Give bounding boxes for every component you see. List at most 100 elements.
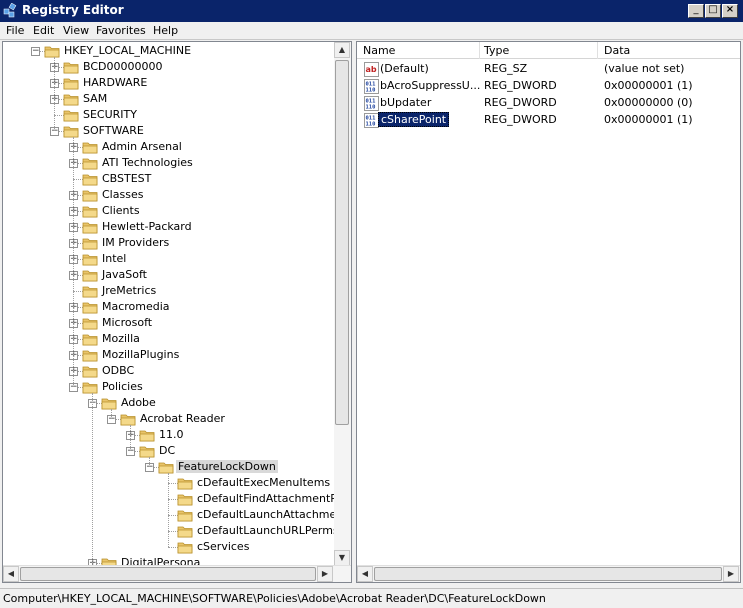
tree-node-label[interactable]: cDefaultLaunchURLPerms <box>195 524 341 537</box>
tree-node[interactable]: JreMetrics <box>3 283 335 299</box>
tree-node-label[interactable]: Adobe <box>119 396 158 409</box>
value-name[interactable]: bAcroSuppressU... <box>378 79 482 92</box>
list-horizontal-scrollbar[interactable]: ◀ ▶ <box>357 565 740 582</box>
menu-help[interactable]: Help <box>153 24 178 37</box>
tree-node-label[interactable]: cDefaultExecMenuItems <box>195 476 332 489</box>
tree-node[interactable]: + Macromedia <box>3 299 335 315</box>
column-header-data[interactable]: Data <box>604 44 630 57</box>
tree-node-label[interactable]: cDefaultLaunchAttachmentPe <box>195 508 351 521</box>
collapse-icon[interactable]: − <box>31 47 40 56</box>
column-header-name[interactable]: Name <box>363 44 395 57</box>
column-divider[interactable] <box>479 42 480 59</box>
tree-node[interactable]: cDefaultLaunchURLPerms <box>3 523 339 539</box>
tree-node-label[interactable]: Intel <box>100 252 128 265</box>
minimize-button[interactable]: _ <box>688 4 704 18</box>
tree-node[interactable]: + Admin Arsenal <box>3 139 335 155</box>
tree-node-label[interactable]: JavaSoft <box>100 268 149 281</box>
tree-node[interactable]: + JavaSoft <box>3 267 335 283</box>
tree-node-label[interactable]: IM Providers <box>100 236 171 249</box>
tree-node-label[interactable]: SAM <box>81 92 109 105</box>
value-name[interactable]: bUpdater <box>378 96 433 109</box>
tree-node-label[interactable]: SOFTWARE <box>81 124 146 137</box>
tree-node[interactable]: + MozillaPlugins <box>3 347 335 363</box>
tree-node[interactable]: − DC <box>3 443 335 459</box>
tree-node-label[interactable]: ATI Technologies <box>100 156 195 169</box>
tree-node-label[interactable]: Macromedia <box>100 300 172 313</box>
tree-node-label[interactable]: Clients <box>100 204 142 217</box>
tree-node[interactable]: + Intel <box>3 251 335 267</box>
tree-node[interactable]: − SOFTWARE <box>3 123 335 139</box>
value-row[interactable]: 011 110 cSharePoint REG_DWORD 0x00000001 (1) <box>357 111 727 128</box>
scroll-right-icon[interactable]: ▶ <box>317 566 333 582</box>
tree-node[interactable]: + SAM <box>3 91 335 107</box>
tree-node[interactable]: cDefaultExecMenuItems <box>3 475 335 491</box>
key-tree-pane[interactable]: − HKEY_LOCAL_MACHINE + BCD00000000 + HARDWARE… <box>2 41 352 583</box>
tree-node-label[interactable]: Policies <box>100 380 145 393</box>
value-name[interactable]: cSharePoint <box>378 112 450 127</box>
value-row[interactable]: 011 110 bAcroSuppressU... REG_DWORD 0x000000… <box>357 77 727 94</box>
tree-node[interactable]: − Policies <box>3 379 335 395</box>
value-row[interactable]: 011 110 bUpdater REG_DWORD 0x00000000 (0) <box>357 94 727 111</box>
tree-node[interactable]: − FeatureLockDown <box>3 459 335 475</box>
menu-favorites[interactable]: Favorites <box>96 24 146 37</box>
tree-node[interactable]: cServices <box>3 539 335 555</box>
tree-node-label[interactable]: BCD00000000 <box>81 60 165 73</box>
tree-node[interactable]: − Adobe <box>3 395 335 411</box>
tree-node[interactable]: + Mozilla <box>3 331 335 347</box>
tree-node-label[interactable]: JreMetrics <box>100 284 158 297</box>
tree-node-label[interactable]: Microsoft <box>100 316 154 329</box>
tree-node[interactable]: − Acrobat Reader <box>3 411 335 427</box>
tree-node-label[interactable]: Admin Arsenal <box>100 140 184 153</box>
tree-node-label[interactable]: HARDWARE <box>81 76 149 89</box>
tree-node-label[interactable]: Classes <box>100 188 145 201</box>
tree-vscroll-thumb[interactable] <box>335 60 349 425</box>
tree-node-label[interactable]: cServices <box>195 540 251 553</box>
tree-node[interactable]: + ODBC <box>3 363 335 379</box>
tree-hscroll-thumb[interactable] <box>20 567 316 581</box>
tree-node[interactable]: + Hewlett-Packard <box>3 219 335 235</box>
tree-node-label[interactable]: Acrobat Reader <box>138 412 227 425</box>
tree-node-label[interactable]: Mozilla <box>100 332 142 345</box>
tree-node[interactable]: cDefaultFindAttachmentPerm <box>3 491 351 507</box>
tree-node[interactable]: − HKEY_LOCAL_MACHINE <box>3 43 335 59</box>
value-name[interactable]: (Default) <box>378 62 431 75</box>
column-divider[interactable] <box>597 42 598 59</box>
scroll-right-icon[interactable]: ▶ <box>723 566 739 582</box>
tree-node[interactable]: cDefaultLaunchAttachmentPe <box>3 507 351 523</box>
tree-node[interactable]: +11.0 <box>3 427 335 443</box>
tree-node-label[interactable]: MozillaPlugins <box>100 348 181 361</box>
tree-node[interactable]: + IM Providers <box>3 235 335 251</box>
tree-node-label[interactable]: Hewlett-Packard <box>100 220 194 233</box>
scroll-down-icon[interactable]: ▼ <box>334 550 350 566</box>
tree-node-label[interactable]: cDefaultFindAttachmentPerm <box>195 492 351 505</box>
tree-horizontal-scrollbar[interactable]: ◀ ▶ <box>3 565 351 582</box>
scroll-up-icon[interactable]: ▲ <box>334 42 350 58</box>
tree-node[interactable]: + BCD00000000 <box>3 59 335 75</box>
tree-node[interactable]: + HARDWARE <box>3 75 335 91</box>
tree-node-label[interactable]: CBSTEST <box>100 172 153 185</box>
maximize-button[interactable]: □ <box>705 4 721 18</box>
menu-file[interactable]: File <box>6 24 24 37</box>
column-header-type[interactable]: Type <box>484 44 509 57</box>
scroll-left-icon[interactable]: ◀ <box>3 566 19 582</box>
tree-node-label[interactable]: ODBC <box>100 364 136 377</box>
tree-node-label[interactable]: DC <box>157 444 177 457</box>
list-hscroll-thumb[interactable] <box>374 567 722 581</box>
close-button[interactable]: × <box>722 4 738 18</box>
tree-node-label[interactable]: FeatureLockDown <box>176 460 278 473</box>
value-row[interactable]: ab (Default) REG_SZ (value not set) <box>357 60 727 77</box>
scroll-left-icon[interactable]: ◀ <box>357 566 373 582</box>
values-list-pane[interactable]: Name Type Data ab (Default) REG_SZ (value n… <box>356 41 741 583</box>
tree-node[interactable]: + Clients <box>3 203 335 219</box>
tree-node[interactable]: SECURITY <box>3 107 335 123</box>
tree-node[interactable]: + Classes <box>3 187 335 203</box>
tree-vertical-scrollbar[interactable]: ▲ ▼ <box>334 42 351 566</box>
tree-node[interactable]: + ATI Technologies <box>3 155 335 171</box>
menu-edit[interactable]: Edit <box>33 24 54 37</box>
tree-node[interactable]: + Microsoft <box>3 315 335 331</box>
tree-node-label[interactable]: HKEY_LOCAL_MACHINE <box>62 44 193 57</box>
menu-view[interactable]: View <box>63 24 89 37</box>
tree-node[interactable]: CBSTEST <box>3 171 335 187</box>
tree-node-label[interactable]: 11.0 <box>157 428 186 441</box>
tree-node-label[interactable]: SECURITY <box>81 108 139 121</box>
